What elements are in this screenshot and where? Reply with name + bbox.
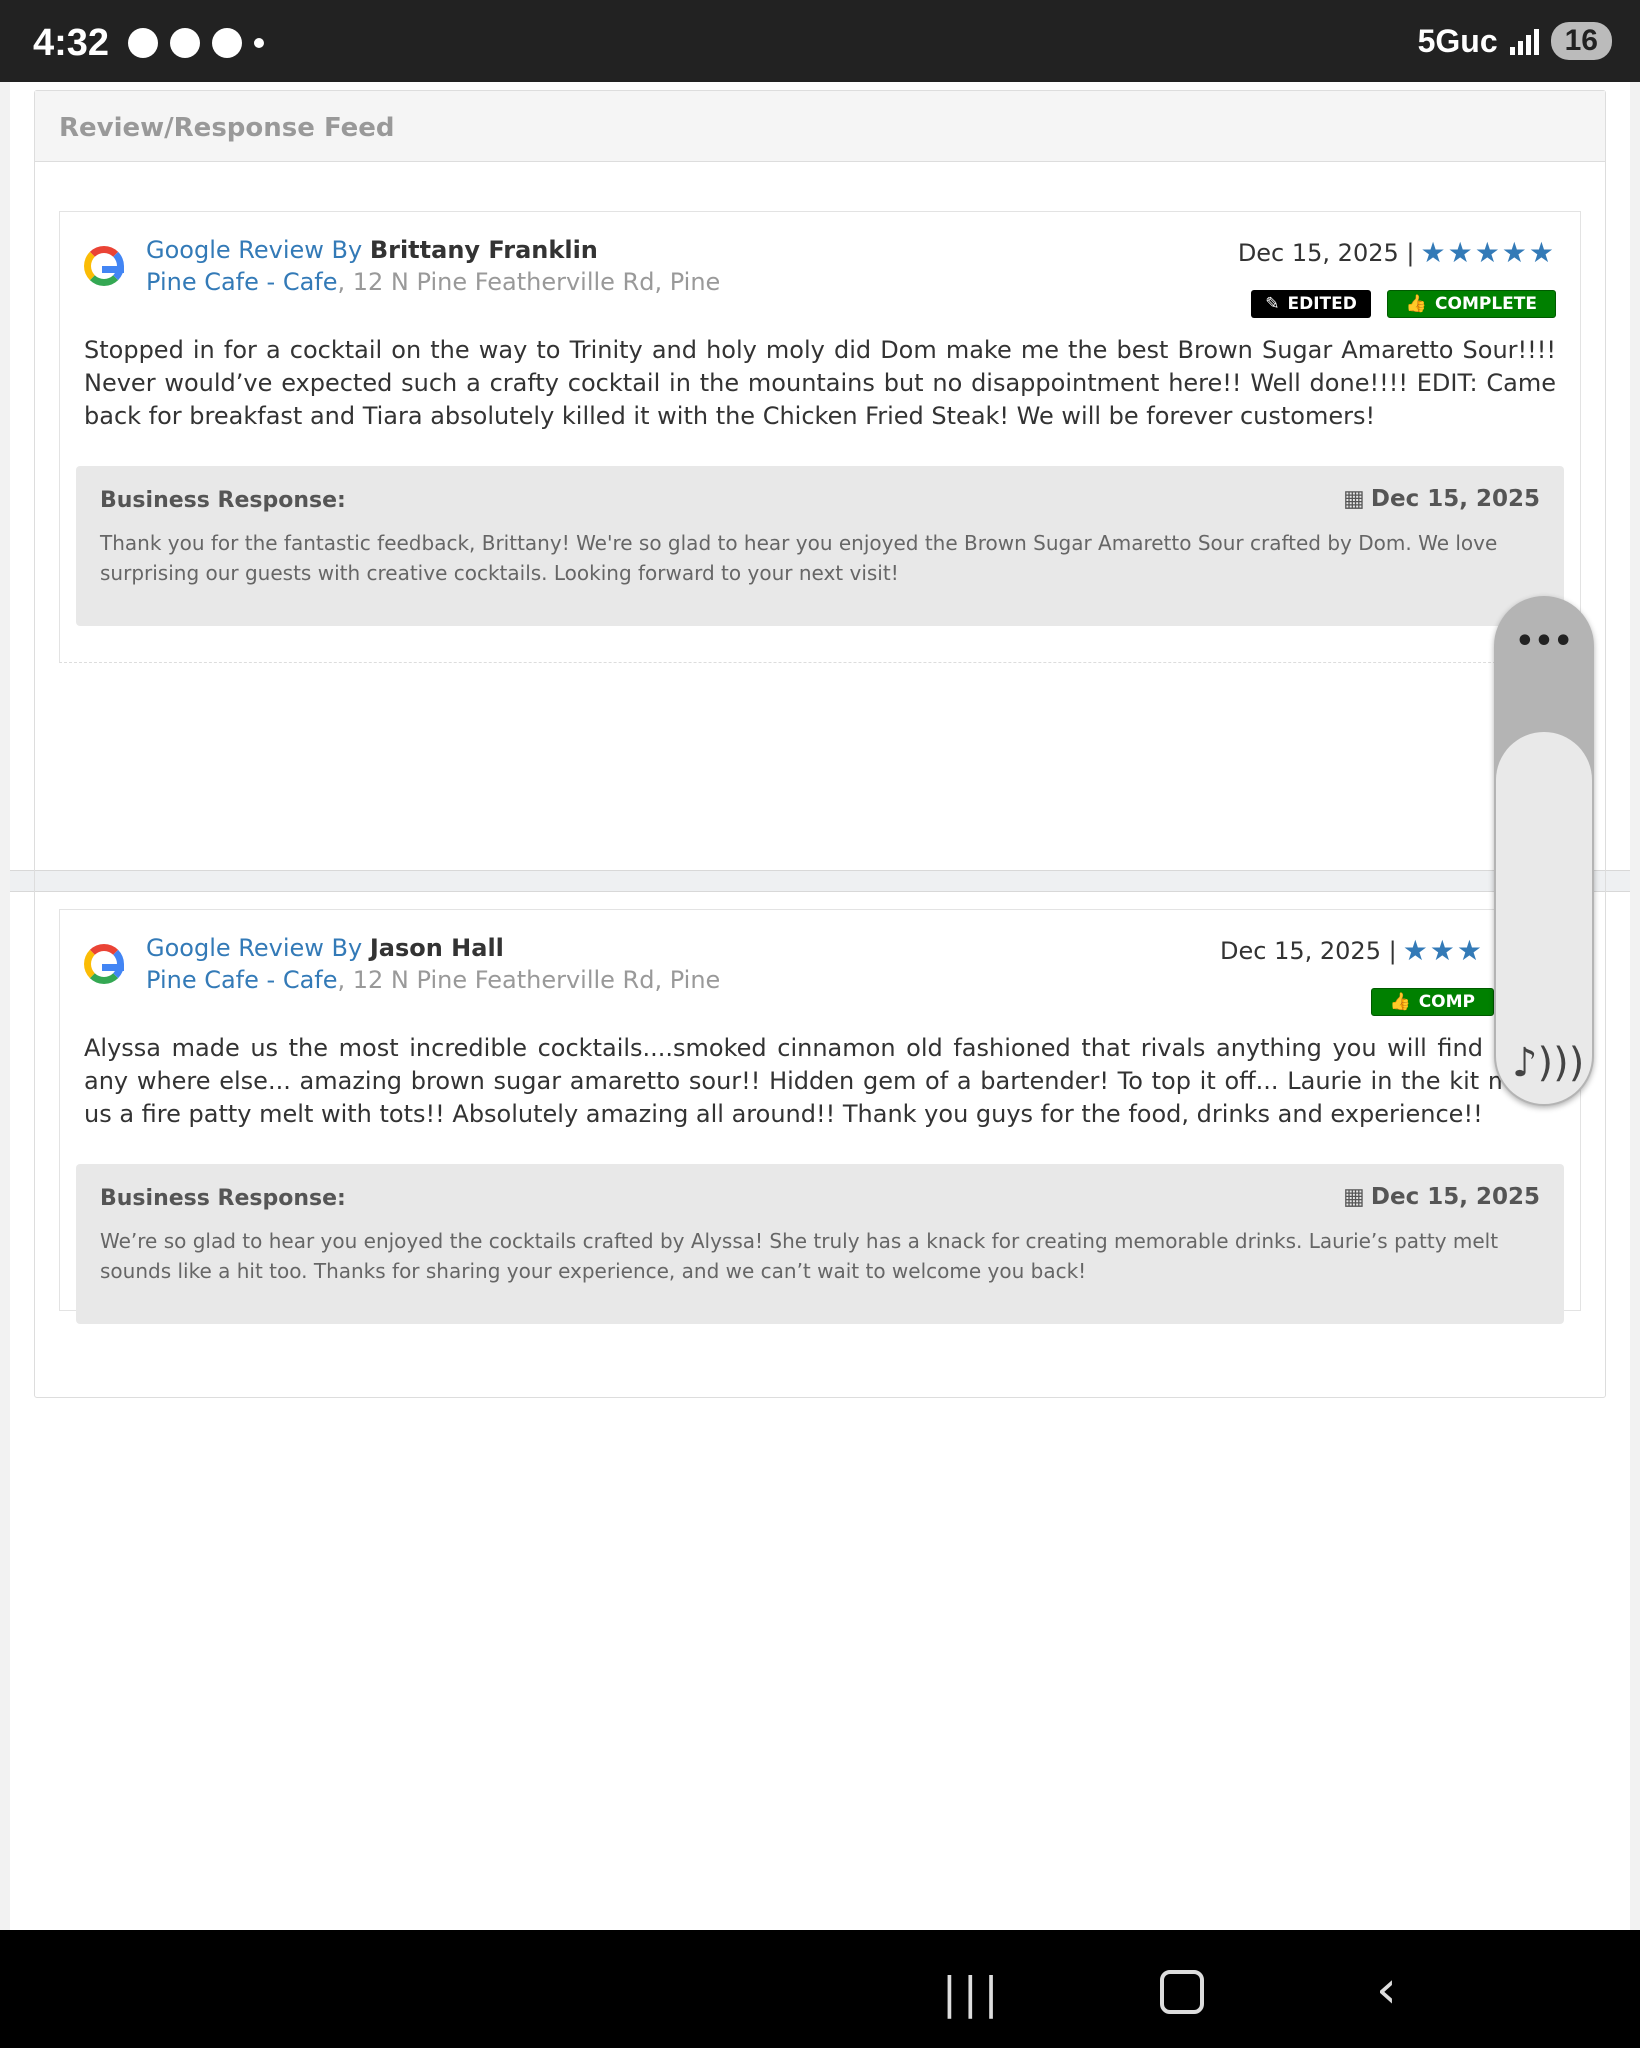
business-address: , 12 N Pine Featherville Rd, Pine (337, 966, 721, 994)
sound-icon[interactable]: ♪))) (1512, 1040, 1584, 1086)
home-icon[interactable] (1160, 1970, 1204, 2014)
review-badges: ✎ EDITED 👍 COMPLETE (1251, 290, 1556, 318)
status-right: 5Guc 16 (1418, 22, 1612, 60)
complete-badge: 👍 COMPLETE (1386, 290, 1556, 318)
review-source: Google Review By Brittany Franklin (146, 236, 598, 264)
calendar-icon: ▦ (1343, 1184, 1365, 1210)
review-source: Google Review By Jason Hall (146, 934, 504, 962)
thumbs-up-icon: 👍 (1389, 992, 1411, 1012)
source-label: Google Review By (146, 236, 363, 264)
response-date-text: Dec 15, 2025 (1370, 486, 1540, 512)
more-options-icon[interactable]: ••• (1494, 624, 1594, 659)
review-location: Pine Cafe - Cafe, 12 N Pine Featherville… (146, 268, 720, 296)
response-date: ▦ Dec 15, 2025 (1343, 486, 1540, 512)
panel-title: Review/Response Feed (59, 113, 395, 143)
response-date-text: Dec 15, 2025 (1370, 1184, 1540, 1210)
business-response: Business Response: ▦ Dec 15, 2025 Thank … (76, 466, 1564, 626)
chat-icon (170, 28, 200, 58)
signal-icon (1509, 27, 1539, 55)
review-text: Alyssa made us the most incredible cockt… (84, 1034, 1556, 1128)
complete-badge: 👍 COMP (1370, 988, 1494, 1016)
messenger-icon (128, 28, 158, 58)
battery-indicator: 16 (1550, 22, 1612, 60)
star-rating-icon: ★★★ (1402, 934, 1484, 967)
web-page: Review/Response Feed Google Review By Br… (10, 82, 1630, 1930)
edited-badge: ✎ EDITED (1251, 290, 1371, 318)
navigation-bar: ||| ‹ (0, 1930, 1640, 2048)
review-date-text: Dec 15, 2025 | (1237, 238, 1415, 267)
google-logo-icon (84, 944, 124, 984)
review-author: Brittany Franklin (369, 236, 598, 264)
business-response: Business Response: ▦ Dec 15, 2025 We’re … (76, 1164, 1564, 1324)
notification-icons (128, 28, 264, 58)
status-time: 4:32 (33, 22, 110, 64)
response-text: Thank you for the fantastic feedback, Br… (100, 531, 1498, 585)
google-logo-icon (84, 246, 124, 286)
edit-icon: ✎ (1265, 294, 1280, 314)
volume-panel[interactable]: ••• ♪))) (1494, 596, 1594, 1106)
review-location: Pine Cafe - Cafe, 12 N Pine Featherville… (146, 966, 720, 994)
calendar-icon: ▦ (1343, 486, 1365, 512)
back-icon[interactable]: ‹ (1376, 1960, 1397, 2020)
recent-apps-icon[interactable]: ||| (942, 1968, 1004, 2019)
star-rating-icon: ★★★★★ (1420, 236, 1556, 269)
business-link[interactable]: Pine Cafe - Cafe (146, 268, 338, 296)
review-date: Dec 15, 2025 | ★★★★★ (1238, 236, 1556, 269)
panel-header: Review/Response Feed (35, 91, 1605, 162)
review-date: Dec 15, 2025 | ★★★ (1220, 934, 1484, 967)
review-card: Google Review By Brittany Franklin Pine … (59, 211, 1581, 663)
business-address: , 12 N Pine Featherville Rd, Pine (337, 268, 721, 296)
business-link[interactable]: Pine Cafe - Cafe (146, 966, 338, 994)
complete-badge-label: COMPLETE (1435, 294, 1537, 314)
edited-badge-label: EDITED (1287, 294, 1357, 314)
more-notifications-dot-icon (254, 38, 264, 48)
review-author: Jason Hall (369, 934, 504, 962)
complete-badge-label: COMP (1418, 992, 1475, 1012)
source-label: Google Review By (146, 934, 363, 962)
messenger-icon (212, 28, 242, 58)
response-date: ▦ Dec 15, 2025 (1343, 1184, 1540, 1210)
status-bar: 4:32 5Guc 16 (0, 0, 1640, 82)
network-type: 5Guc (1417, 22, 1498, 59)
response-label: Business Response: (100, 488, 346, 513)
response-label: Business Response: (100, 1186, 346, 1211)
review-date-text: Dec 15, 2025 | (1220, 936, 1397, 965)
response-text: We’re so glad to hear you enjoyed the co… (100, 1229, 1499, 1283)
thumbs-up-icon: 👍 (1405, 294, 1428, 314)
review-text: Stopped in for a cocktail on the way to … (84, 336, 1556, 430)
review-feed-panel: Review/Response Feed Google Review By Br… (34, 90, 1606, 1398)
review-card: Google Review By Jason Hall Pine Cafe - … (59, 909, 1581, 1324)
review-badges: 👍 COMP (1370, 988, 1494, 1016)
